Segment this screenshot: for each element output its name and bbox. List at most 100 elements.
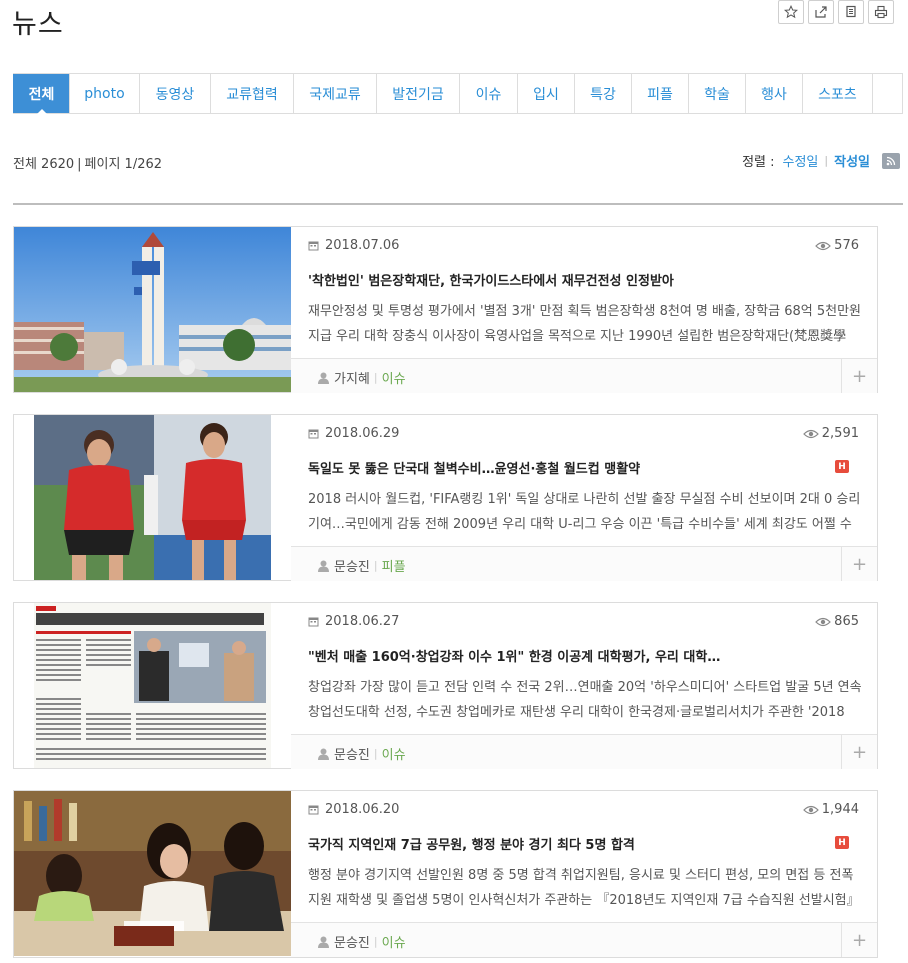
eye-icon xyxy=(802,429,819,438)
soccer-photo xyxy=(14,415,291,580)
article-summary[interactable]: 재무안정성 및 투명성 평가에서 '별점 3개' 만점 획득 범은장학생 8천여… xyxy=(308,299,863,349)
page-title: 뉴스 xyxy=(12,9,64,40)
tab-development-fund[interactable]: 발전기금 xyxy=(376,74,459,113)
user-icon xyxy=(318,372,329,384)
views-text: 865 xyxy=(834,614,859,629)
date-text: 2018.06.27 xyxy=(325,614,400,629)
category-link[interactable]: 이슈 xyxy=(382,368,406,387)
article-author: 문승진 | 이슈 xyxy=(318,932,406,951)
favorite-button[interactable] xyxy=(778,0,804,24)
article-date: 2018.06.27 xyxy=(308,614,399,629)
category-link[interactable]: 이슈 xyxy=(382,744,406,763)
article-footer: 가지혜 | 이슈 + xyxy=(291,358,877,393)
view-count: 865 xyxy=(815,614,859,629)
eye-icon xyxy=(815,617,832,626)
article-thumbnail[interactable] xyxy=(14,227,291,392)
sort-by-created[interactable]: 작성일 xyxy=(834,151,870,170)
eye-icon xyxy=(815,241,832,250)
tab-all[interactable]: 전체 xyxy=(13,74,69,114)
calendar-icon xyxy=(308,617,319,627)
article-summary[interactable]: 창업강좌 가장 많이 듣고 전담 인력 수 전국 2위…연매출 20억 '하우스… xyxy=(308,675,863,725)
expand-button[interactable]: + xyxy=(841,547,877,581)
article-title[interactable]: 국가직 지역인재 7급 공무원, 행정 분야 경기 최다 5명 합격 xyxy=(308,834,828,853)
expand-button[interactable]: + xyxy=(841,735,877,769)
copy-button[interactable] xyxy=(838,0,864,24)
view-count: 2,591 xyxy=(802,426,859,441)
page-tools xyxy=(778,0,894,24)
author-name: 문승진 xyxy=(334,936,370,951)
tab-lecture[interactable]: 특강 xyxy=(574,74,631,113)
article-footer: 문승진 | 이슈 + xyxy=(291,922,877,957)
hot-badge: H xyxy=(835,836,849,849)
view-count: 1,944 xyxy=(802,802,859,817)
author-name: 가지혜 xyxy=(334,372,370,387)
view-count: 576 xyxy=(815,238,859,253)
category-link[interactable]: 이슈 xyxy=(382,932,406,951)
article-author: 가지혜 | 이슈 xyxy=(318,368,406,387)
views-text: 1,944 xyxy=(821,802,859,817)
list-divider xyxy=(13,203,903,205)
tower-photo xyxy=(14,227,291,392)
tab-event[interactable]: 행사 xyxy=(745,74,802,113)
date-text: 2018.06.29 xyxy=(325,426,400,441)
article-title[interactable]: "벤처 매출 160억·창업강좌 이수 1위" 한경 이공계 대학평가, 우리 … xyxy=(308,646,828,665)
expand-button[interactable]: + xyxy=(841,359,877,393)
tab-admission[interactable]: 입시 xyxy=(517,74,574,113)
author-name: 문승진 xyxy=(334,560,370,575)
user-icon xyxy=(318,748,329,760)
sort-label: 정렬 : xyxy=(742,155,775,170)
copy-icon xyxy=(846,5,856,18)
list-item: 2018.06.27 865 "벤처 매출 160억·창업강좌 이수 1위" 한… xyxy=(13,602,878,769)
article-footer: 문승진 | 피플 + xyxy=(291,546,877,581)
tab-photo[interactable]: photo xyxy=(69,74,139,113)
print-icon xyxy=(874,5,888,19)
views-text: 2,591 xyxy=(821,426,859,441)
article-title[interactable]: 독일도 못 뚫은 단국대 철벽수비…윤영선·홍철 월드컵 맹활약 xyxy=(308,458,828,477)
tab-issue[interactable]: 이슈 xyxy=(459,74,517,113)
article-date: 2018.06.20 xyxy=(308,802,399,817)
newspaper-clipping-image xyxy=(14,603,291,768)
star-icon xyxy=(784,5,798,19)
calendar-icon xyxy=(308,241,319,251)
tab-academic[interactable]: 학술 xyxy=(688,74,745,113)
author-name: 문승진 xyxy=(334,748,370,763)
views-text: 576 xyxy=(834,238,859,253)
article-body: 2018.06.29 2,591 독일도 못 뚫은 단국대 철벽수비…윤영선·홍… xyxy=(291,415,877,546)
article-thumbnail[interactable] xyxy=(14,603,291,768)
rss-button[interactable] xyxy=(882,152,900,169)
tab-video[interactable]: 동영상 xyxy=(139,74,210,113)
article-body: 2018.06.27 865 "벤처 매출 160억·창업강좌 이수 1위" 한… xyxy=(291,603,877,734)
article-summary[interactable]: 2018 러시아 월드컵, 'FIFA랭킹 1위' 독일 상대로 나란히 선발 … xyxy=(308,487,863,537)
tab-sports[interactable]: 스포츠 xyxy=(802,74,872,113)
eye-icon xyxy=(802,805,819,814)
article-footer: 문승진 | 이슈 + xyxy=(291,734,877,769)
sort-controls: 정렬 : 수정일 | 작성일 xyxy=(742,151,900,170)
expand-button[interactable]: + xyxy=(841,923,877,957)
date-text: 2018.06.20 xyxy=(325,802,400,817)
list-item: 2018.06.20 1,944 국가직 지역인재 7급 공무원, 행정 분야 … xyxy=(13,790,878,958)
article-author: 문승진 | 피플 xyxy=(318,556,406,575)
article-date: 2018.06.29 xyxy=(308,426,399,441)
user-icon xyxy=(318,560,329,572)
article-summary[interactable]: 행정 분야 경기지역 선발인원 8명 중 5명 합격 취업지원팀, 응시료 및 … xyxy=(308,863,863,913)
article-body: 2018.07.06 576 '착한법인' 범은장학재단, 한국가이드스타에서 … xyxy=(291,227,877,358)
print-button[interactable] xyxy=(868,0,894,24)
share-button[interactable] xyxy=(808,0,834,24)
list-item: 2018.06.29 2,591 독일도 못 뚫은 단국대 철벽수비…윤영선·홍… xyxy=(13,414,878,581)
article-thumbnail[interactable] xyxy=(14,791,291,956)
share-icon xyxy=(815,6,827,18)
article-date: 2018.07.06 xyxy=(308,238,399,253)
calendar-icon xyxy=(308,805,319,815)
hot-badge: H xyxy=(835,460,849,473)
page-indicator: 페이지 1/262 xyxy=(84,157,163,172)
article-title[interactable]: '착한법인' 범은장학재단, 한국가이드스타에서 재무건전성 인정받아 xyxy=(308,270,828,289)
calendar-icon xyxy=(308,429,319,439)
tab-people[interactable]: 피플 xyxy=(631,74,688,113)
category-link[interactable]: 피플 xyxy=(382,556,406,575)
sort-by-modified[interactable]: 수정일 xyxy=(783,151,819,170)
tab-cooperation[interactable]: 교류협력 xyxy=(210,74,293,113)
study-photo xyxy=(14,791,291,956)
article-thumbnail[interactable] xyxy=(14,415,291,580)
tab-international[interactable]: 국제교류 xyxy=(293,74,376,113)
sort-divider: | xyxy=(824,154,829,167)
